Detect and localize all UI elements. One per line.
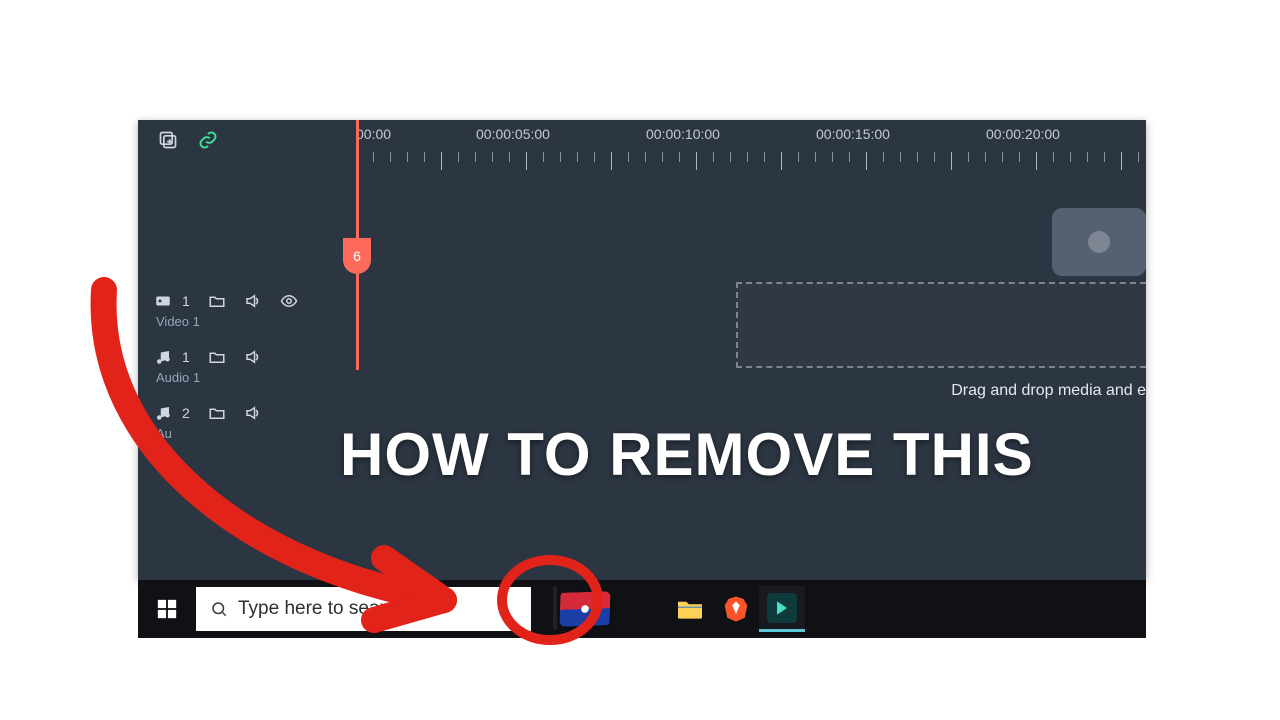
mute-icon[interactable]: [244, 348, 262, 366]
clip-thumbnail[interactable]: [1052, 208, 1146, 276]
media-drop-zone[interactable]: [736, 282, 1146, 368]
track-index: 1: [182, 349, 190, 365]
track-headers: 1 Video 1 1 Audio 1 2 Au: [154, 282, 344, 450]
filmora-icon: [767, 593, 797, 623]
video-track-icon: [154, 292, 172, 310]
video-editor-panel: 6 00:00 00:00:05:00 00:00:10:00 00:00:15…: [138, 120, 1146, 580]
windows-taskbar: Type here to search: [138, 580, 1146, 638]
start-button[interactable]: [138, 580, 196, 638]
drop-hint-text: Drag and drop media and e: [951, 382, 1146, 400]
folder-icon[interactable]: [208, 292, 226, 310]
flag-icon: [559, 591, 610, 627]
mute-icon[interactable]: [244, 404, 262, 422]
brave-icon: [721, 594, 751, 624]
audio-track-header-2[interactable]: 2 Au: [154, 394, 344, 450]
track-name: Video 1: [156, 314, 344, 329]
ruler-mark: 00:00:15:00: [816, 126, 890, 142]
folder-icon[interactable]: [208, 348, 226, 366]
link-clips-icon[interactable]: [198, 130, 218, 150]
timeline-top-controls: [158, 130, 218, 150]
taskbar-flag-widget[interactable]: [557, 590, 613, 628]
visibility-icon[interactable]: [280, 292, 298, 310]
add-media-icon[interactable]: [158, 130, 178, 150]
track-name: Audio 1: [156, 370, 344, 385]
playhead-handle[interactable]: 6: [343, 238, 371, 274]
audio-track-header[interactable]: 1 Audio 1: [154, 338, 344, 394]
windows-logo-icon: [156, 598, 178, 620]
folder-icon[interactable]: [208, 404, 226, 422]
track-index: 1: [182, 293, 190, 309]
ruler-ticks: [356, 152, 1146, 174]
folder-icon: [675, 597, 705, 621]
audio-track-icon: [154, 404, 172, 422]
ruler-mark: 00:00:20:00: [986, 126, 1060, 142]
mute-icon[interactable]: [244, 292, 262, 310]
ruler-mark: 00:00:10:00: [646, 126, 720, 142]
filmora-app-button[interactable]: [759, 586, 805, 632]
track-index: 2: [182, 405, 190, 421]
audio-track-icon: [154, 348, 172, 366]
track-name: Au: [156, 426, 344, 441]
file-explorer-button[interactable]: [667, 586, 713, 632]
brave-browser-button[interactable]: [713, 586, 759, 632]
search-placeholder-text: Type here to search: [238, 598, 406, 620]
timeline-ruler[interactable]: 00:00 00:00:05:00 00:00:10:00 00:00:15:0…: [356, 126, 1146, 174]
taskbar-search[interactable]: Type here to search: [196, 587, 531, 631]
video-track-header[interactable]: 1 Video 1: [154, 282, 344, 338]
flag-pole: [553, 586, 557, 630]
ruler-mark: 00:00:05:00: [476, 126, 550, 142]
annotation-title: HOW TO REMOVE THIS: [340, 420, 1034, 489]
playhead-label: 6: [353, 248, 361, 264]
search-icon: [210, 600, 228, 618]
ruler-mark: 00:00: [356, 126, 391, 142]
